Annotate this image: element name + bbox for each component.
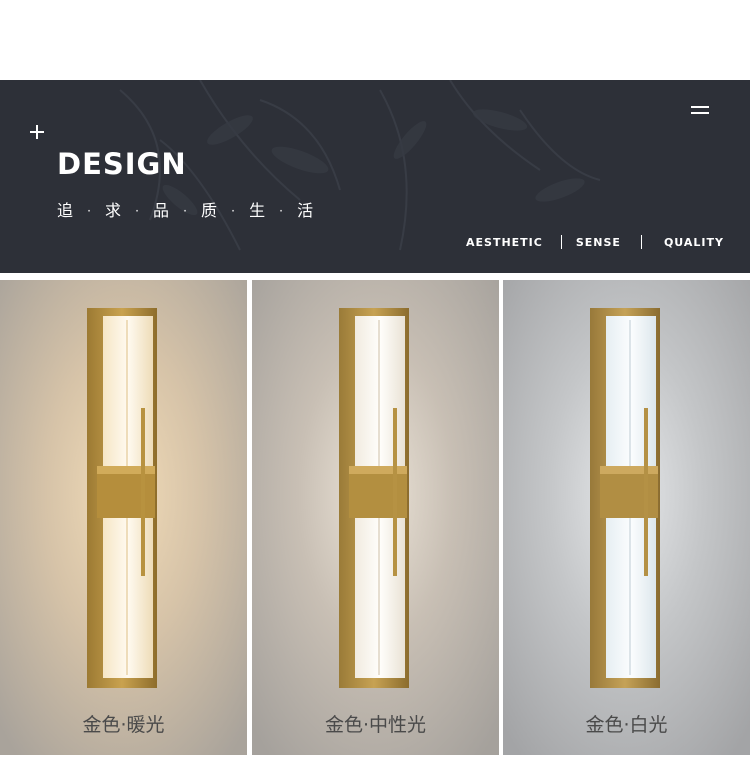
banner-title: DESIGN bbox=[57, 147, 187, 181]
variant-panel-white: 金色·白光 bbox=[503, 280, 750, 755]
variant-panel-neutral: 金色·中性光 bbox=[252, 280, 499, 755]
slogan-char: 品 bbox=[153, 201, 170, 220]
slogan-char: 质 bbox=[201, 201, 218, 220]
lamp-image-warm bbox=[0, 280, 247, 755]
keyword-divider bbox=[560, 235, 562, 249]
slogan-separator: · bbox=[231, 204, 235, 218]
keyword-aesthetic: AESTHETIC bbox=[466, 235, 543, 249]
slogan-char: 求 bbox=[105, 201, 122, 220]
variant-panel-warm: 金色·暖光 bbox=[0, 280, 247, 755]
slogan-separator: · bbox=[87, 204, 91, 218]
slogan-char: 活 bbox=[297, 201, 314, 220]
menu-icon[interactable] bbox=[691, 106, 709, 116]
slogan-separator: · bbox=[183, 204, 187, 218]
keyword-quality: QUALITY bbox=[663, 235, 724, 249]
slogan-char: 追 bbox=[57, 201, 74, 220]
variant-caption: 金色·白光 bbox=[585, 714, 668, 736]
variant-caption: 金色·中性光 bbox=[324, 714, 427, 736]
banner-slogan: 追 · 求 · 品 · 质 · 生 · 活 bbox=[57, 200, 313, 222]
slogan-separator: · bbox=[135, 204, 139, 218]
lamp-image-neutral bbox=[252, 280, 499, 755]
slogan-separator: · bbox=[279, 204, 283, 218]
keyword-divider bbox=[640, 235, 642, 249]
banner-keywords: AESTHETIC SENSE QUALITY bbox=[466, 234, 724, 250]
variant-caption: 金色·暖光 bbox=[82, 714, 165, 736]
plus-icon[interactable] bbox=[30, 125, 44, 139]
slogan-char: 生 bbox=[249, 201, 266, 220]
keyword-sense: SENSE bbox=[575, 235, 621, 249]
lamp-image-white bbox=[503, 280, 750, 755]
